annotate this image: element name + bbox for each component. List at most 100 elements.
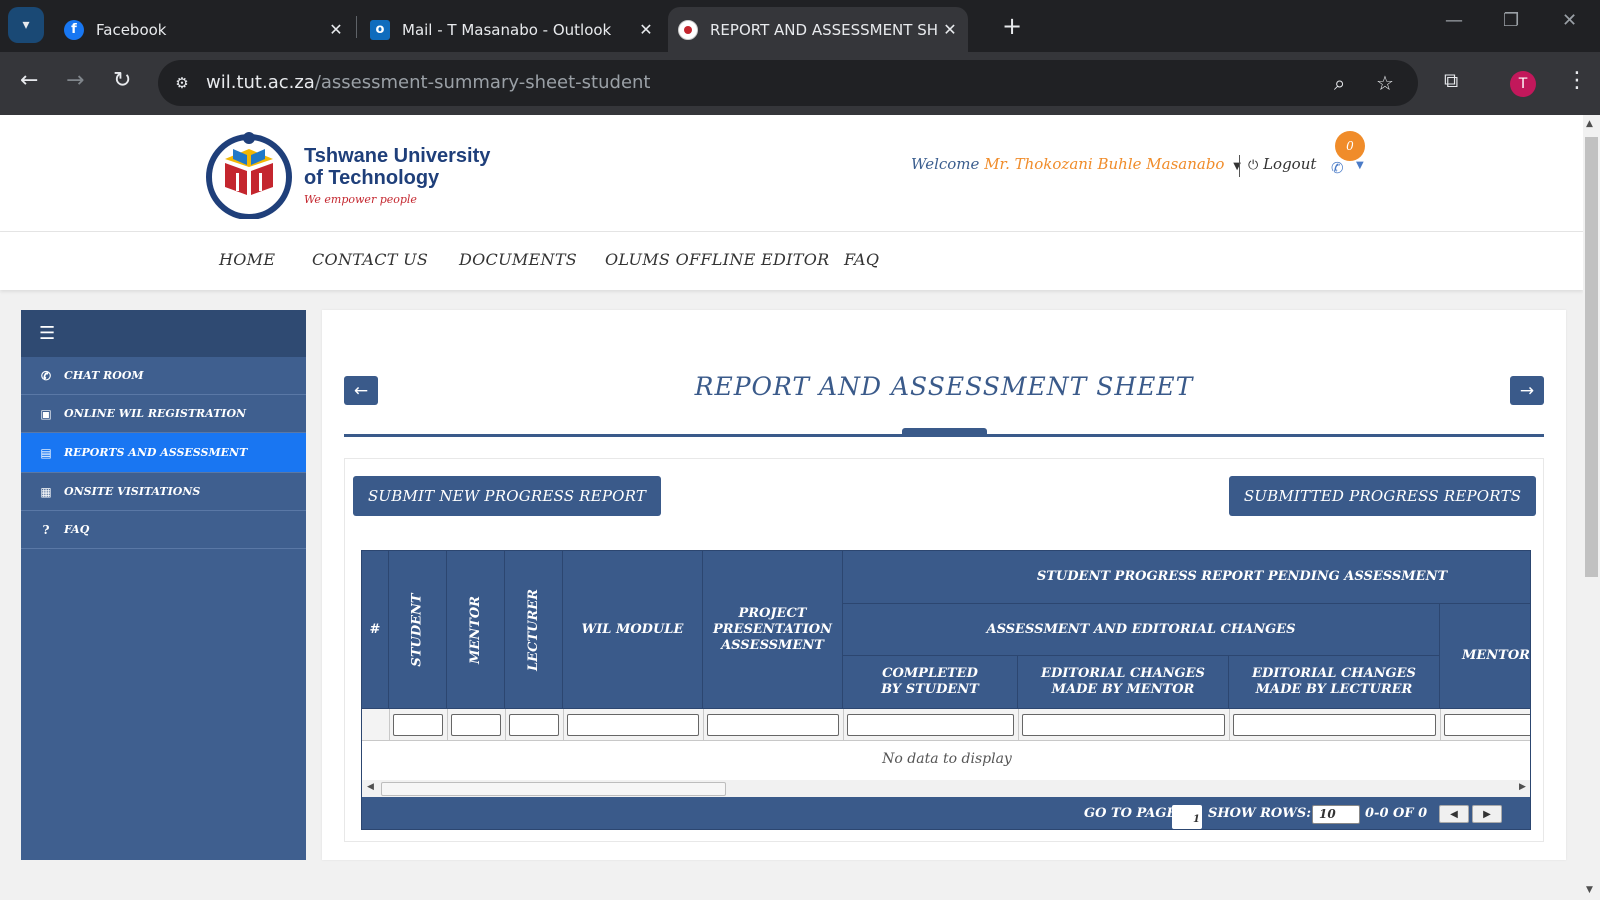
- facebook-icon: f: [64, 19, 84, 40]
- close-icon[interactable]: ✕: [324, 20, 348, 39]
- welcome-label: Welcome: [911, 155, 980, 173]
- filter-divider: [447, 709, 448, 741]
- notification-badge[interactable]: 0: [1335, 131, 1365, 161]
- logout-link[interactable]: ⏻ Logout: [1248, 155, 1316, 173]
- tab-facebook[interactable]: f Facebook ✕: [58, 7, 348, 52]
- sidebar: ☰ ✆ CHAT ROOM ▣ ONLINE WIL REGISTRATION …: [21, 310, 306, 860]
- reload-icon[interactable]: ↻: [113, 68, 131, 93]
- caret-down-icon[interactable]: ▼: [1356, 160, 1364, 171]
- nav-documents[interactable]: DOCUMENTS: [459, 250, 577, 269]
- assessment-grid: # STUDENT MENTOR LECTURER WIL MODULE PRO…: [361, 550, 1531, 830]
- kebab-menu-icon[interactable]: ⋮: [1566, 68, 1588, 93]
- header-wil-module[interactable]: WIL MODULE: [563, 551, 703, 709]
- triangle-right-icon: ▶: [1483, 808, 1491, 820]
- sidebar-item-label: FAQ: [64, 523, 90, 536]
- zoom-icon[interactable]: ⌕: [1334, 71, 1345, 95]
- document-icon: ▤: [40, 445, 52, 460]
- filter-divider: [389, 709, 390, 741]
- main-nav: HOME CONTACT US DOCUMENTS OLUMS OFFLINE …: [0, 232, 1583, 290]
- page-scroll-thumb[interactable]: [1585, 137, 1598, 577]
- filter-lecturer-input[interactable]: [509, 714, 559, 736]
- filter-completed-input[interactable]: [847, 714, 1014, 736]
- triangle-left-icon: ◀: [1450, 808, 1458, 820]
- forward-arrow-icon[interactable]: →: [66, 68, 84, 93]
- tab-separator: [356, 16, 357, 38]
- nav-home[interactable]: HOME: [219, 250, 275, 269]
- scroll-left-icon[interactable]: ◀: [367, 782, 374, 792]
- sidebar-item-onsite-visitations[interactable]: ▦ ONSITE VISITATIONS: [21, 473, 306, 511]
- filter-project-input[interactable]: [707, 714, 839, 736]
- page-number-input[interactable]: 1: [1172, 805, 1202, 829]
- header-lecturer[interactable]: LECTURER: [505, 551, 563, 709]
- sidebar-item-faq[interactable]: ? FAQ: [21, 511, 306, 549]
- profile-avatar[interactable]: T: [1510, 71, 1536, 97]
- next-page-button[interactable]: ▶: [1472, 805, 1502, 823]
- minimize-icon[interactable]: —: [1445, 10, 1463, 31]
- sidebar-item-label: REPORTS AND ASSESSMENT: [64, 446, 248, 459]
- bookmark-star-icon[interactable]: ☆: [1376, 71, 1394, 95]
- header-student[interactable]: STUDENT: [389, 551, 447, 709]
- grid-pager: GO TO PAGE: 1 SHOW ROWS: 10 0-0 OF 0 ◀ ▶: [362, 797, 1530, 829]
- show-rows-label: SHOW ROWS:: [1208, 806, 1312, 821]
- page-scrollbar[interactable]: ▲ ▼: [1583, 115, 1600, 900]
- scroll-thumb[interactable]: [381, 782, 726, 796]
- filter-divider: [563, 709, 564, 741]
- logo-name: Tshwane University of Technology: [304, 145, 491, 189]
- welcome-user[interactable]: Welcome Mr. Thokozani Buhle Masanabo ▼: [911, 155, 1241, 173]
- submit-new-progress-report-button[interactable]: SUBMIT NEW PROGRESS REPORT: [353, 476, 661, 516]
- nav-contact-us[interactable]: CONTACT US: [312, 250, 428, 269]
- tab-outlook[interactable]: o Mail - T Masanabo - Outlook ✕: [366, 7, 658, 52]
- header-pending-assessment: STUDENT PROGRESS REPORT PENDING ASSESSME…: [843, 551, 1530, 604]
- filter-divider: [1440, 709, 1441, 741]
- next-arrow-button[interactable]: →: [1510, 376, 1544, 405]
- calendar-check-icon: ▦: [40, 484, 52, 499]
- tab-title: Facebook: [96, 20, 167, 39]
- site-header: Tshwane University of Technology We empo…: [0, 115, 1583, 232]
- scroll-up-icon[interactable]: ▲: [1586, 119, 1593, 129]
- filter-mentor-assessment-input[interactable]: [1444, 714, 1530, 736]
- extensions-icon[interactable]: ⧉: [1444, 68, 1458, 92]
- window-close-icon[interactable]: ✕: [1562, 10, 1577, 31]
- filter-editorial-lecturer-input[interactable]: [1233, 714, 1436, 736]
- header-editorial-changes-mentor[interactable]: EDITORIAL CHANGES MADE BY MENTOR: [1018, 656, 1229, 709]
- sidebar-item-reports-and-assessment[interactable]: ▤ REPORTS AND ASSESSMENT: [21, 433, 306, 473]
- scroll-right-icon[interactable]: ▶: [1519, 782, 1526, 792]
- address-bar[interactable]: ⚙ wil.tut.ac.za/assessment-summary-sheet…: [158, 60, 1418, 106]
- tab-search-button[interactable]: ▾: [8, 7, 44, 43]
- close-icon[interactable]: ✕: [938, 20, 962, 39]
- go-to-page-label: GO TO PAGE:: [1084, 806, 1182, 821]
- filter-divider: [703, 709, 704, 741]
- filter-wil-module-input[interactable]: [567, 714, 699, 736]
- header-number[interactable]: #: [362, 551, 389, 709]
- filter-editorial-mentor-input[interactable]: [1022, 714, 1225, 736]
- filter-student-input[interactable]: [393, 714, 443, 736]
- whatsapp-icon: ✆: [40, 368, 52, 383]
- header-project-presentation[interactable]: PROJECT PRESENTATION ASSESSMENT: [703, 551, 843, 709]
- back-arrow-icon[interactable]: ←: [20, 68, 38, 93]
- prev-page-button[interactable]: ◀: [1439, 805, 1469, 823]
- filter-mentor-input[interactable]: [451, 714, 501, 736]
- sidebar-item-online-wil-registration[interactable]: ▣ ONLINE WIL REGISTRATION: [21, 395, 306, 433]
- restore-icon[interactable]: ❐: [1503, 10, 1519, 31]
- horizontal-scrollbar[interactable]: ◀ ▶: [362, 780, 1530, 797]
- header-editorial-changes-lecturer[interactable]: EDITORIAL CHANGES MADE BY LECTURER: [1229, 656, 1440, 709]
- scroll-down-icon[interactable]: ▼: [1586, 885, 1593, 895]
- browser-tab-bar: ▾ f Facebook ✕ o Mail - T Masanabo - Out…: [0, 0, 1600, 52]
- tab-report-assessment[interactable]: REPORT AND ASSESSMENT SHEET ✕: [668, 7, 968, 52]
- header-mentor[interactable]: MENTOR: [447, 551, 505, 709]
- header-mentor-assessment[interactable]: MENTOR: [1440, 604, 1530, 709]
- rows-per-page-select[interactable]: 10: [1312, 805, 1360, 824]
- header-completed-by-student[interactable]: COMPLETED BY STUDENT: [843, 656, 1018, 709]
- nav-faq[interactable]: FAQ: [844, 250, 879, 269]
- filter-divider: [505, 709, 506, 741]
- sidebar-item-chat-room[interactable]: ✆ CHAT ROOM: [21, 357, 306, 395]
- list-menu-icon[interactable]: ☰: [39, 323, 55, 344]
- close-icon[interactable]: ✕: [634, 20, 658, 39]
- site-settings-icon[interactable]: ⚙: [170, 71, 194, 95]
- tut-logo-icon: [206, 132, 292, 219]
- new-tab-button[interactable]: +: [1002, 12, 1022, 40]
- nav-olums-offline-editor[interactable]: OLUMS OFFLINE EDITOR: [605, 250, 829, 269]
- submitted-progress-reports-button[interactable]: SUBMITTED PROGRESS REPORTS: [1229, 476, 1536, 516]
- url-text[interactable]: wil.tut.ac.za/assessment-summary-sheet-s…: [206, 72, 651, 93]
- whatsapp-icon[interactable]: ✆: [1331, 159, 1344, 177]
